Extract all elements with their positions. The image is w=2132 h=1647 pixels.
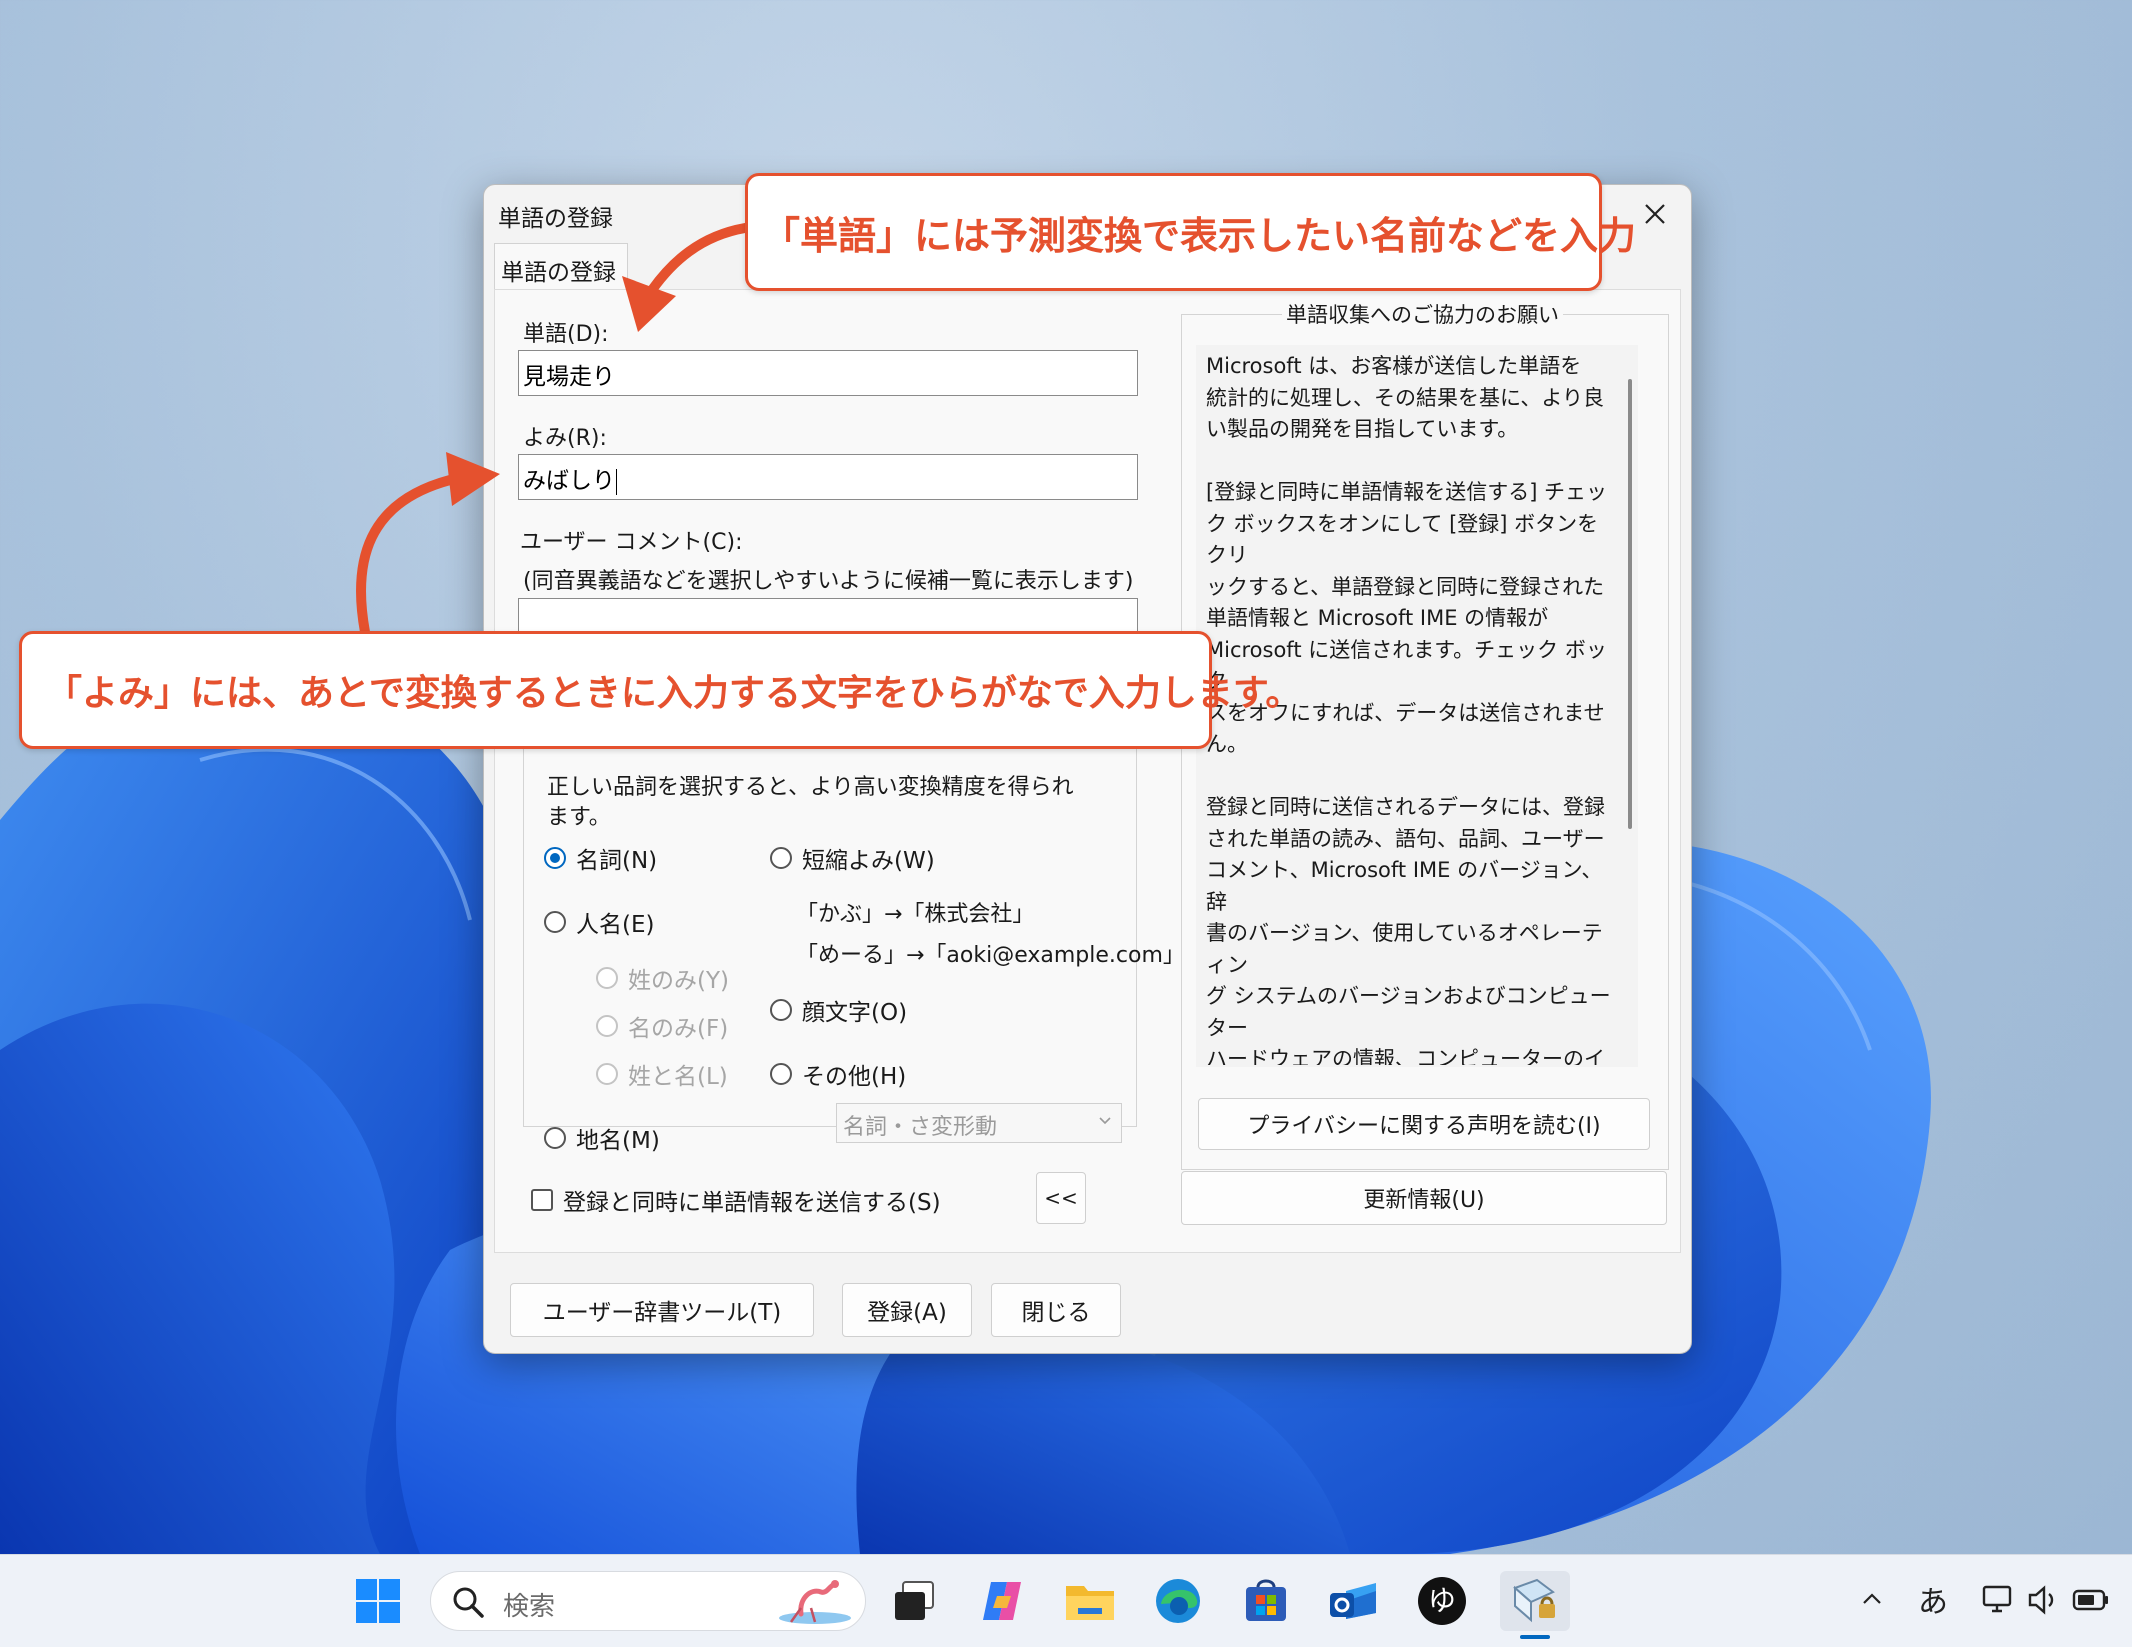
- radio-given-only[interactable]: 名のみ(F): [596, 1009, 728, 1043]
- radio-place[interactable]: 地名(M): [544, 1121, 660, 1155]
- radio-label: 名詞(N): [576, 848, 658, 874]
- battery-icon[interactable]: [2072, 1585, 2110, 1615]
- pos-hint: 正しい品詞を選択すると、より高い変換精度を得られます。: [547, 775, 1074, 830]
- checkbox-box: [531, 1189, 553, 1211]
- tab-label: 単語の登録: [501, 260, 616, 286]
- show-hidden-icons-chevron-icon[interactable]: [1860, 1587, 1884, 1611]
- search-placeholder: 検索: [503, 1592, 556, 1622]
- dialog-title: 単語の登録: [498, 206, 613, 232]
- collapse-button[interactable]: <<: [1036, 1172, 1086, 1224]
- radio-button: [770, 999, 792, 1021]
- taskbar-search[interactable]: 検索: [430, 1571, 866, 1631]
- radio-label: 地名(M): [576, 1128, 660, 1154]
- radio-button: [596, 1015, 618, 1037]
- file-explorer-button[interactable]: [1060, 1571, 1120, 1631]
- comment-hint: (同音異義語などを選択しやすいように候補一覧に表示します): [523, 569, 1134, 594]
- radio-emoticon[interactable]: 顔文字(O): [770, 993, 907, 1027]
- active-app-indicator: [1520, 1635, 1550, 1639]
- radio-button: [544, 911, 566, 933]
- comment-label: ユーザー コメント(C):: [520, 530, 743, 555]
- info-group-title: 単語収集へのご協力のお願い: [1282, 299, 1563, 329]
- dictionary-tool-icon: [1513, 1578, 1555, 1623]
- radio-button: [596, 1063, 618, 1085]
- chevron-down-icon: [1099, 1117, 1111, 1125]
- search-icon: [453, 1587, 484, 1618]
- tab-word-registration[interactable]: 単語の登録: [494, 243, 628, 290]
- dictionary-tool-button[interactable]: [1500, 1571, 1570, 1639]
- radio-noun[interactable]: 名詞(N): [544, 841, 657, 875]
- radio-label: 名のみ(F): [628, 1016, 729, 1042]
- noun-subtype-select[interactable]: 名詞・さ変形動: [836, 1103, 1122, 1143]
- scrollbar-thumb[interactable]: [1628, 379, 1632, 829]
- select-value: 名詞・さ変形動: [843, 1115, 998, 1140]
- send-info-checkbox[interactable]: 登録と同時に単語情報を送信する(S): [531, 1183, 941, 1217]
- word-callout: 「単語」には予測変換で表示したい名前などを入力: [745, 173, 1636, 291]
- short-example-2: 「めーる」→「aoki@example.com」: [796, 943, 1185, 968]
- checkbox-label: 登録と同時に単語情報を送信する(S): [563, 1190, 941, 1216]
- file-explorer-icon: [1066, 1586, 1114, 1620]
- copilot-icon: [983, 1582, 1021, 1620]
- start-icon: [356, 1579, 400, 1623]
- radio-short-reading[interactable]: 短縮よみ(W): [770, 841, 935, 875]
- search-highlight-icon: [779, 1580, 851, 1624]
- radio-surname-only[interactable]: 姓のみ(Y): [596, 961, 729, 995]
- network-icon[interactable]: [1980, 1583, 2016, 1617]
- radio-label: 短縮よみ(W): [802, 848, 935, 874]
- register-button[interactable]: 登録(A): [842, 1283, 972, 1337]
- radio-other[interactable]: その他(H): [770, 1057, 906, 1091]
- reading-label: よみ(R):: [523, 426, 607, 451]
- short-example-1: 「かぶ」→「株式会社」: [796, 902, 1035, 927]
- task-view-icon: [895, 1581, 934, 1620]
- user-dictionary-tool-button[interactable]: ユーザー辞書ツール(T): [510, 1283, 814, 1337]
- store-button[interactable]: [1236, 1571, 1296, 1631]
- ime-mode-indicator[interactable]: あ: [1918, 1577, 1948, 1621]
- radio-label: 姓のみ(Y): [628, 968, 729, 994]
- edge-button[interactable]: [1148, 1571, 1208, 1631]
- close-button[interactable]: 閉じる: [991, 1283, 1121, 1337]
- radio-full-name[interactable]: 姓と名(L): [596, 1057, 728, 1091]
- radio-button: [544, 1127, 566, 1149]
- start-button[interactable]: [348, 1571, 408, 1631]
- update-info-button[interactable]: 更新情報(U): [1181, 1171, 1667, 1225]
- reading-callout: 「よみ」には、あとで変換するときに入力する文字をひらがなで入力します。: [19, 631, 1301, 749]
- radio-button: [596, 967, 618, 989]
- outlook-button[interactable]: [1324, 1571, 1384, 1631]
- svg-text:ゆ: ゆ: [1428, 1584, 1456, 1617]
- store-icon: [1246, 1579, 1286, 1621]
- info-groupbox: 単語収集へのご協力のお願い Microsoft は、お客様が送信した単語を 統計…: [1181, 299, 1669, 1170]
- word-registration-dialog: 単語の登録 単語の登録 単語(D): 見場走り よみ(R): みばしり ユーザー…: [483, 184, 1692, 1354]
- privacy-statement-button[interactable]: プライバシーに関する声明を読む(I): [1198, 1098, 1650, 1150]
- task-view-button[interactable]: [884, 1571, 944, 1631]
- radio-button: [770, 1063, 792, 1085]
- outlook-icon: [1330, 1583, 1376, 1619]
- radio-person[interactable]: 人名(E): [544, 905, 654, 939]
- radio-button: [770, 847, 792, 869]
- reading-input[interactable]: みばしり: [518, 454, 1138, 500]
- edge-icon: [1156, 1579, 1200, 1623]
- taskbar: 検索 ゆ あ: [0, 1554, 2132, 1647]
- ime-app-icon: ゆ: [1418, 1577, 1466, 1625]
- word-input[interactable]: 見場走り: [518, 350, 1138, 396]
- radio-label: 人名(E): [576, 912, 655, 938]
- word-label: 単語(D):: [523, 322, 609, 347]
- radio-label: その他(H): [802, 1064, 907, 1090]
- tab-panel: 単語(D): 見場走り よみ(R): みばしり ユーザー コメント(C): (同…: [494, 289, 1681, 1253]
- copilot-button[interactable]: [972, 1571, 1032, 1631]
- close-icon: [1645, 204, 1665, 224]
- volume-icon[interactable]: [2026, 1583, 2060, 1617]
- radio-button-checked: [544, 847, 566, 869]
- radio-label: 姓と名(L): [628, 1064, 728, 1090]
- ime-app-button[interactable]: ゆ: [1412, 1571, 1472, 1631]
- radio-label: 顔文字(O): [802, 1000, 908, 1026]
